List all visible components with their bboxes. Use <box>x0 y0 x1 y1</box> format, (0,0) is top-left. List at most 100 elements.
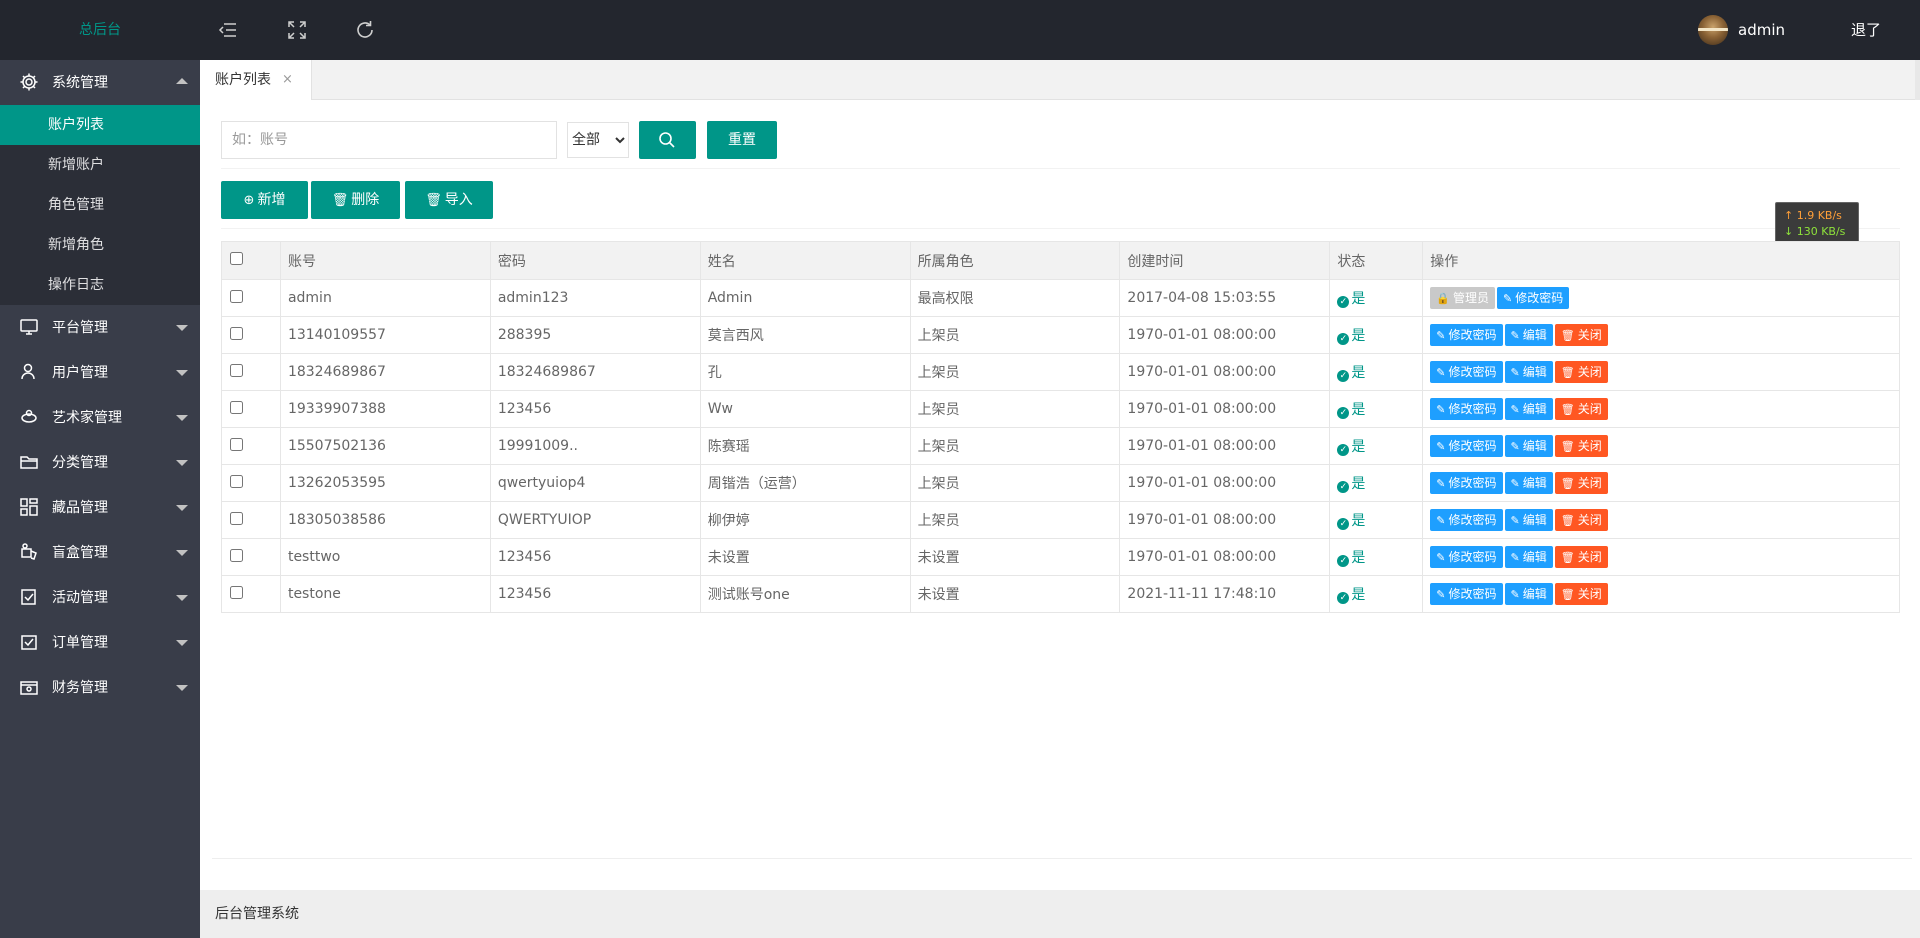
close-button[interactable]: 🗑 关闭 <box>1554 398 1608 420</box>
column-header[interactable]: 操作 <box>1422 241 1900 280</box>
change-password-button[interactable]: ✎ 修改密码 <box>1430 472 1503 494</box>
change-password-button[interactable]: ✎ 修改密码 <box>1430 546 1503 568</box>
sidebar-item-operation-log[interactable]: 操作日志 <box>0 265 200 305</box>
row-checkbox[interactable] <box>230 585 243 599</box>
add-button-label: 新增 <box>257 192 286 208</box>
edit-button[interactable]: ✎ 编辑 <box>1504 583 1553 605</box>
sidebar-group-order[interactable]: 订单管理 <box>0 620 200 665</box>
trash-icon: 🗑 <box>1560 440 1575 453</box>
column-header[interactable]: 密码 <box>489 241 701 280</box>
sidebar-group-finance[interactable]: 财务管理 <box>0 665 200 710</box>
change-password-button[interactable]: ✎ 修改密码 <box>1430 398 1503 420</box>
close-button[interactable]: 🗑 关闭 <box>1554 435 1608 457</box>
table-cell: 1970-01-01 08:00:00 <box>1119 427 1331 465</box>
status-badge: ✓ 是 <box>1337 513 1365 530</box>
change-password-button[interactable]: ✎ 修改密码 <box>1430 583 1503 605</box>
refresh-icon[interactable] <box>353 18 377 42</box>
sidebar-item-add-role[interactable]: 新增角色 <box>0 225 200 265</box>
status-select[interactable]: 全部 <box>567 122 629 158</box>
fullscreen-icon[interactable] <box>285 18 309 42</box>
add-button[interactable]: ⊕ 新增 <box>221 181 308 219</box>
edit-button[interactable]: ✎ 编辑 <box>1504 398 1553 420</box>
row-checkbox[interactable] <box>230 363 243 377</box>
sidebar-group-artist[interactable]: 艺术家管理 <box>0 395 200 440</box>
close-button[interactable]: 🗑 关闭 <box>1554 583 1608 605</box>
row-checkbox[interactable] <box>230 511 243 525</box>
change-password-label: 修改密码 <box>1448 550 1497 564</box>
admin-button[interactable]: 🔒 管理员 <box>1430 287 1495 309</box>
row-checkbox[interactable] <box>230 400 243 414</box>
column-header[interactable]: 所属角色 <box>909 241 1121 280</box>
sidebar-group-system[interactable]: 系统管理 <box>0 60 200 105</box>
row-checkbox[interactable] <box>230 326 243 340</box>
close-button[interactable]: 🗑 关闭 <box>1554 546 1608 568</box>
table-cell: 上架员 <box>909 427 1121 465</box>
column-header[interactable]: 创建时间 <box>1119 241 1331 280</box>
sidebar-item-add-account[interactable]: 新增账户 <box>0 145 200 185</box>
edit-button[interactable]: ✎ 编辑 <box>1504 435 1553 457</box>
chevron-down-icon <box>176 550 188 556</box>
sidebar-group-folder[interactable]: 分类管理 <box>0 440 200 485</box>
row-select-cell <box>221 538 281 576</box>
change-password-button[interactable]: ✎ 修改密码 <box>1430 324 1503 346</box>
sidebar-group-box[interactable]: 盲盒管理 <box>0 530 200 575</box>
table-cell: Admin <box>699 279 911 317</box>
column-header[interactable]: 状态 <box>1329 241 1424 280</box>
close-button[interactable]: 🗑 关闭 <box>1554 361 1608 383</box>
table-cell: 上架员 <box>909 464 1121 502</box>
table-cell: 18305038586 <box>279 501 491 539</box>
edit-button[interactable]: ✎ 编辑 <box>1504 546 1553 568</box>
change-password-button[interactable]: ✎ 修改密码 <box>1496 287 1570 309</box>
change-password-label: 修改密码 <box>1448 439 1497 453</box>
tab-bar: 账户列表 × <box>200 60 1920 100</box>
search-button[interactable] <box>639 121 696 159</box>
close-button[interactable]: 🗑 关闭 <box>1554 324 1608 346</box>
edit-icon: ✎ <box>1510 477 1520 490</box>
actions-cell: 🔒 管理员 ✎ 修改密码 <box>1422 279 1900 317</box>
edit-button[interactable]: ✎ 编辑 <box>1504 472 1553 494</box>
change-password-button[interactable]: ✎ 修改密码 <box>1430 509 1503 531</box>
table-cell: 未设置 <box>909 538 1121 576</box>
row-checkbox[interactable] <box>230 437 243 451</box>
row-checkbox[interactable] <box>230 548 243 562</box>
change-password-button[interactable]: ✎ 修改密码 <box>1430 435 1503 457</box>
logo[interactable]: 总后台 <box>0 0 200 60</box>
user-menu[interactable]: admin <box>1698 15 1785 45</box>
sidebar-group-user[interactable]: 用户管理 <box>0 350 200 395</box>
sidebar-item-role-manage[interactable]: 角色管理 <box>0 185 200 225</box>
sidebar-group-activity[interactable]: 活动管理 <box>0 575 200 620</box>
main-content: 全部 重置 ⊕新增 🗑删除 🗑导入 ↑ 1.9 KB/s ↓ 130 KB/s … <box>200 100 1920 890</box>
status-badge: ✓ 是 <box>1337 439 1365 456</box>
edit-icon: ✎ <box>1510 588 1520 601</box>
edit-button[interactable]: ✎ 编辑 <box>1504 361 1553 383</box>
sidebar-group-grid[interactable]: 藏品管理 <box>0 485 200 530</box>
column-header[interactable]: 账号 <box>279 241 491 280</box>
edit-button[interactable]: ✎ 编辑 <box>1504 509 1553 531</box>
logout-link[interactable]: 退了 <box>1851 0 1881 60</box>
close-button[interactable]: 🗑 关闭 <box>1554 472 1608 494</box>
change-password-button[interactable]: ✎ 修改密码 <box>1430 361 1503 383</box>
search-input[interactable] <box>221 121 557 159</box>
import-button[interactable]: 🗑 导入 <box>405 181 493 219</box>
sidebar-group-label: 订单管理 <box>52 635 108 651</box>
reset-button[interactable]: 重置 <box>707 121 777 159</box>
sidebar-item-account-list[interactable]: 账户列表 <box>0 105 200 145</box>
menu-fold-icon[interactable] <box>216 18 240 42</box>
table-cell: 18324689867 <box>279 353 491 391</box>
tab-account-list[interactable]: 账户列表 × <box>200 60 312 100</box>
top-header: 总后台 admin 退了 <box>0 0 1920 60</box>
column-header[interactable]: 姓名 <box>699 241 911 280</box>
status-cell: ✓ 是 <box>1329 501 1424 539</box>
status-text: 是 <box>1351 476 1366 492</box>
close-icon[interactable]: × <box>282 60 293 100</box>
delete-button[interactable]: 🗑 删除 <box>311 181 400 219</box>
row-checkbox[interactable] <box>230 289 243 303</box>
row-checkbox[interactable] <box>230 474 243 488</box>
change-password-label: 修改密码 <box>1448 402 1497 416</box>
edit-button[interactable]: ✎ 编辑 <box>1504 324 1553 346</box>
row-select-cell <box>221 390 281 428</box>
sidebar-group-monitor[interactable]: 平台管理 <box>0 305 200 350</box>
close-button[interactable]: 🗑 关闭 <box>1554 509 1608 531</box>
select-all-checkbox[interactable] <box>230 252 243 265</box>
table-cell: 19991009.. <box>489 427 701 465</box>
